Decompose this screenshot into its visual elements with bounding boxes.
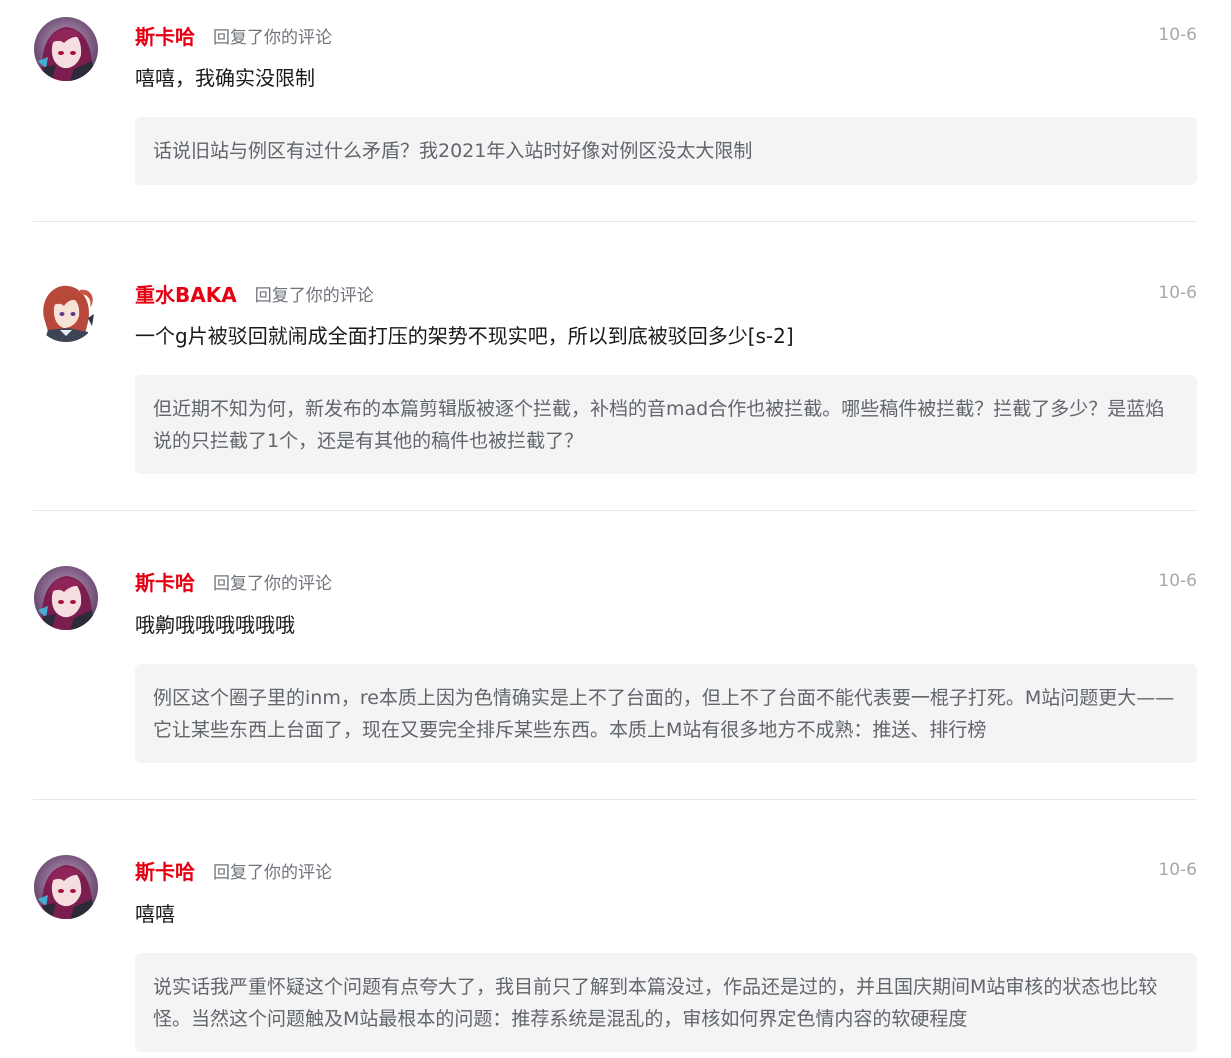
quoted-comment-text: 话说旧站与例区有过什么矛盾？我2021年入站时好像对例区没太大限制 <box>153 140 753 162</box>
quoted-comment-text: 说实话我严重怀疑这个问题有点夸大了，我目前只了解到本篇没过，作品还是过的，并且国… <box>153 976 1158 1030</box>
quoted-comment[interactable]: 话说旧站与例区有过什么矛盾？我2021年入站时好像对例区没太大限制 <box>135 117 1197 185</box>
timestamp: 10-6 <box>1158 571 1197 591</box>
username[interactable]: 重水BAKA <box>135 279 237 308</box>
timestamp: 10-6 <box>1158 283 1197 303</box>
notification-item: 重水BAKA 回复了你的评论 10-6 一个g片被驳回就闹成全面打压的架势不现实… <box>33 222 1197 511</box>
avatar[interactable] <box>34 566 98 630</box>
avatar[interactable] <box>34 278 98 342</box>
notification-list: 斯卡哈 回复了你的评论 10-6 嘻嘻，我确实没限制 话说旧站与例区有过什么矛盾… <box>0 0 1231 1058</box>
username[interactable]: 斯卡哈 <box>135 856 195 885</box>
avatar[interactable] <box>34 17 98 81</box>
notification-item: 斯卡哈 回复了你的评论 10-6 嘻嘻，我确实没限制 话说旧站与例区有过什么矛盾… <box>33 0 1197 222</box>
action-text: 回复了你的评论 <box>213 862 332 883</box>
action-text: 回复了你的评论 <box>213 27 332 48</box>
timestamp: 10-6 <box>1158 860 1197 880</box>
notification-header: 斯卡哈 回复了你的评论 10-6 <box>135 566 1197 596</box>
reply-text[interactable]: 哦齁哦哦哦哦哦哦 <box>135 611 1197 639</box>
reply-text[interactable]: 嘻嘻，我确实没限制 <box>135 64 1197 92</box>
avatar[interactable] <box>34 855 98 919</box>
timestamp: 10-6 <box>1158 25 1197 45</box>
reply-text[interactable]: 嘻嘻 <box>135 900 1197 928</box>
notification-item: 斯卡哈 回复了你的评论 10-6 哦齁哦哦哦哦哦哦 例区这个圈子里的inm，re… <box>33 511 1197 800</box>
notification-header: 斯卡哈 回复了你的评论 10-6 <box>135 855 1197 885</box>
username[interactable]: 斯卡哈 <box>135 567 195 596</box>
quoted-comment-text: 例区这个圈子里的inm，re本质上因为色情确实是上不了台面的，但上不了台面不能代… <box>153 687 1175 741</box>
notification-header: 斯卡哈 回复了你的评论 10-6 <box>135 20 1197 50</box>
reply-text[interactable]: 一个g片被驳回就闹成全面打压的架势不现实吧，所以到底被驳回多少[s-2] <box>135 322 1197 350</box>
action-text: 回复了你的评论 <box>213 573 332 594</box>
quoted-comment-text: 但近期不知为何，新发布的本篇剪辑版被逐个拦截，补档的音mad合作也被拦截。哪些稿… <box>153 398 1165 452</box>
username[interactable]: 斯卡哈 <box>135 21 195 50</box>
quoted-comment[interactable]: 说实话我严重怀疑这个问题有点夸大了，我目前只了解到本篇没过，作品还是过的，并且国… <box>135 953 1197 1052</box>
action-text: 回复了你的评论 <box>254 285 374 306</box>
quoted-comment[interactable]: 但近期不知为何，新发布的本篇剪辑版被逐个拦截，补档的音mad合作也被拦截。哪些稿… <box>135 375 1197 474</box>
notification-item: 斯卡哈 回复了你的评论 10-6 嘻嘻 说实话我严重怀疑这个问题有点夸大了，我目… <box>33 800 1197 1058</box>
notification-header: 重水BAKA 回复了你的评论 10-6 <box>135 278 1197 308</box>
quoted-comment[interactable]: 例区这个圈子里的inm，re本质上因为色情确实是上不了台面的，但上不了台面不能代… <box>135 664 1197 763</box>
